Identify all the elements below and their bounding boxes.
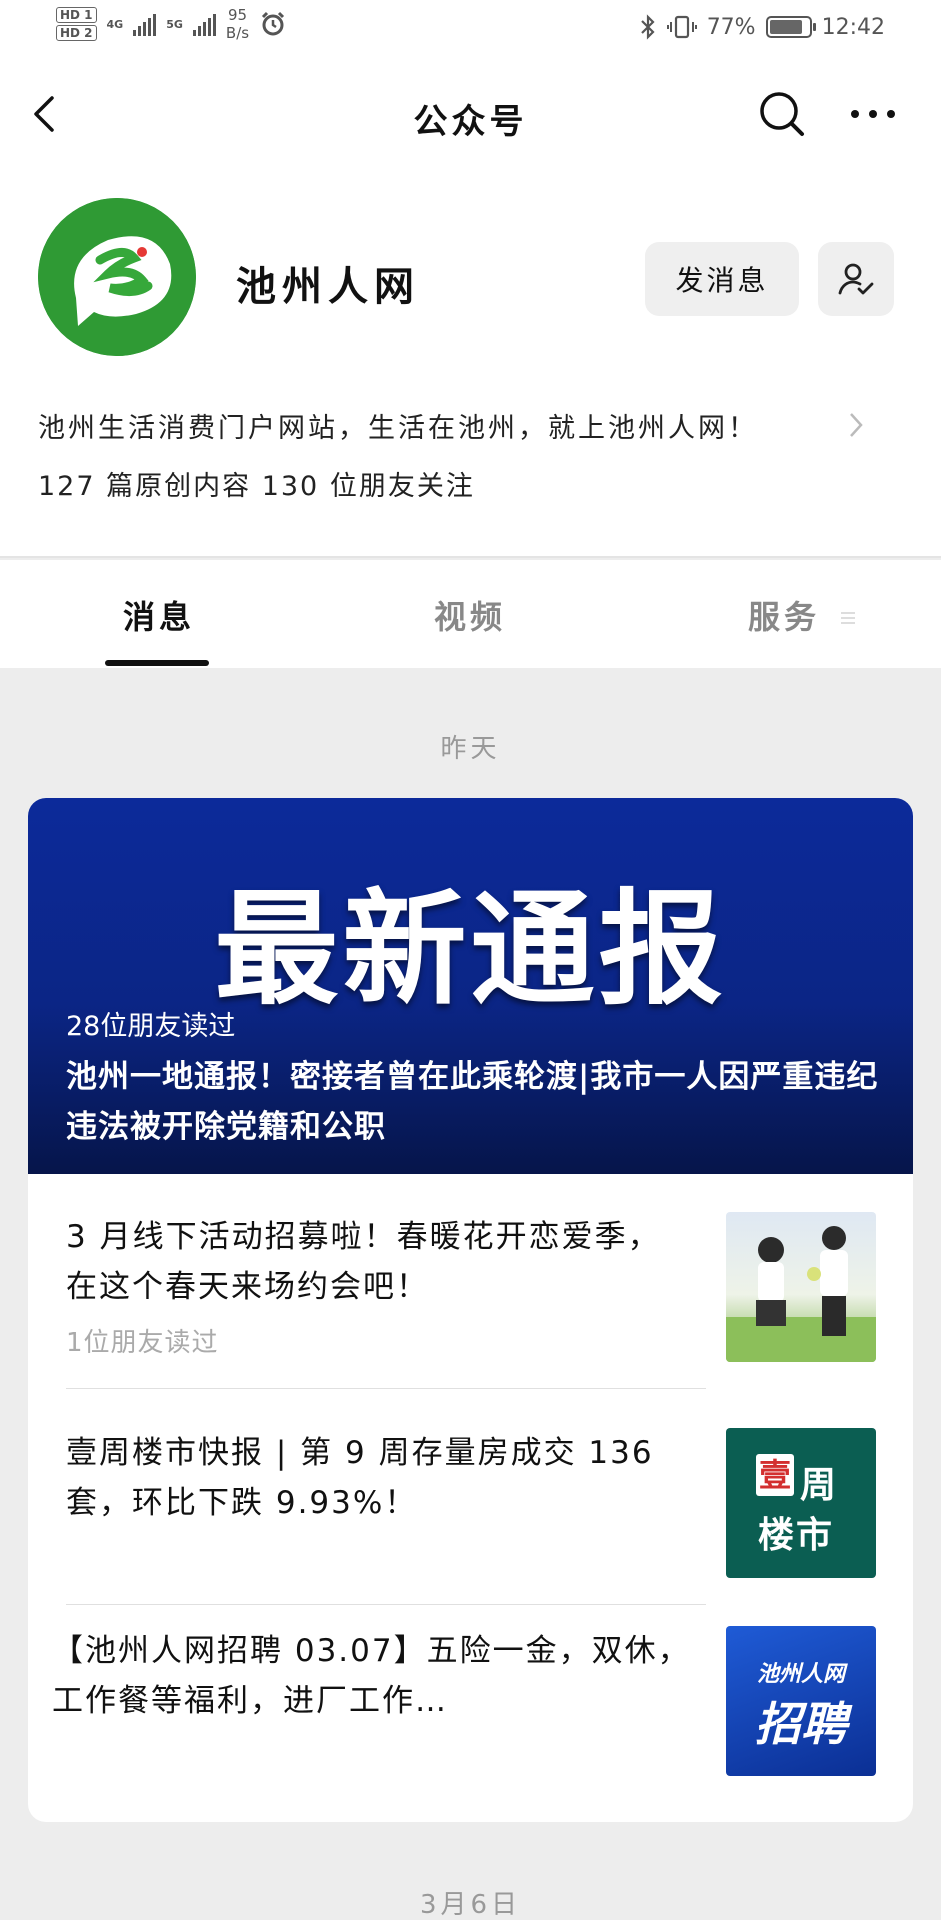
featured-article[interactable]: 最新通报 28位朋友读过 池州一地通报！密接者曾在此乘轮渡|我市一人因严重违纪违… (28, 798, 913, 1174)
featured-title: 池州一地通报！密接者曾在此乘轮渡|我市一人因严重违纪违法被开除党籍和公职 (66, 1059, 879, 1145)
battery-percent: 77% (706, 14, 756, 40)
banner-headline: 最新通报 (214, 878, 727, 1022)
thumb-char-3: 楼市 (758, 1515, 835, 1556)
article-title: 【池州人网招聘 03.07】五险一金，双休，工作餐等福利，进厂工作… (52, 1633, 691, 1719)
alarm-icon (262, 11, 285, 36)
date-separator: 昨天 (440, 734, 501, 764)
clock: 12:42 (821, 14, 885, 40)
account-profile: 池州人网 发消息 池州生活消费门户网站，生活在池州，就上池州人网！ 127 篇原… (0, 170, 941, 558)
featured-readers: 28位朋友读过 (66, 1011, 236, 1042)
vibrate-icon (666, 15, 697, 39)
status-bar-right: 77% 12:42 (639, 14, 885, 40)
account-description[interactable]: 池州生活消费门户网站，生活在池州，就上池州人网！ (38, 406, 758, 445)
battery-icon (765, 16, 816, 38)
signal-icon-1 (133, 12, 157, 36)
active-tab-indicator (105, 660, 209, 666)
thumb-line-2: 招聘 (755, 1697, 847, 1751)
tab-messages[interactable]: 消息 (123, 592, 195, 638)
item-divider (66, 1604, 706, 1605)
more-options-icon[interactable] (848, 102, 898, 126)
user-check-icon (838, 263, 874, 295)
tab-services-label: 服务 (748, 598, 821, 636)
couple-photo (726, 1226, 876, 1362)
speed-unit: B/s (225, 24, 250, 42)
signal-icon-2 (192, 12, 216, 36)
menu-icon (841, 612, 856, 624)
search-icon[interactable] (754, 86, 810, 142)
item-divider (66, 1388, 706, 1389)
chevron-right-icon[interactable] (846, 410, 866, 440)
send-message-button[interactable]: 发消息 (645, 242, 799, 316)
thumb-badge: 壹 (756, 1454, 794, 1496)
status-bar-left: HD 1 HD 2 4G 5G 95 B/s (56, 6, 287, 42)
tab-videos[interactable]: 视频 (434, 592, 506, 638)
article-readers: 1位朋友读过 (66, 1328, 219, 1358)
thumb-line-1: 池州人网 (756, 1662, 845, 1687)
article-title: 3 月线下活动招募啦！春暖花开恋爱季，在这个春天来场约会吧！ (66, 1219, 661, 1305)
network-speed: 95 B/s (226, 6, 249, 42)
content-tabs: 消息 视频 服务 (0, 560, 941, 668)
bluetooth-icon (640, 14, 655, 40)
follow-button[interactable] (818, 242, 894, 316)
list-item[interactable]: 壹周楼市快报 | 第 9 周存量房成交 136 套，环比下跌 9.93%！ 壹 … (66, 1428, 876, 1578)
speed-value: 95 (227, 6, 248, 24)
list-item[interactable]: 3 月线下活动招募啦！春暖花开恋爱季，在这个春天来场约会吧！ 1位朋友读过 (66, 1212, 876, 1362)
status-bar: HD 1 HD 2 4G 5G 95 B/s 77% 12:42 (0, 0, 941, 58)
article-thumbnail (726, 1212, 876, 1362)
article-thumbnail: 壹 周 楼市 (726, 1428, 876, 1578)
article-title: 壹周楼市快报 | 第 9 周存量房成交 136 套，环比下跌 9.93%！ (66, 1435, 654, 1521)
network-type-1: 4G (106, 17, 124, 31)
account-name: 池州人网 (236, 264, 420, 310)
hd1-badge: HD 1 (56, 7, 97, 23)
thumb-char-1: 壹 (758, 1456, 791, 1494)
network-type-2: 5G (166, 17, 183, 31)
list-item[interactable]: 【池州人网招聘 03.07】五险一金，双休，工作餐等福利，进厂工作… 池州人网 … (52, 1626, 876, 1776)
date-separator: 3月6日 (419, 1890, 522, 1920)
thumb-char-2: 周 (800, 1465, 837, 1506)
nav-bar: 公众号 (0, 58, 941, 170)
hd2-badge: HD 2 (56, 25, 97, 41)
article-thumbnail: 池州人网 招聘 (726, 1626, 876, 1776)
article-group-card: 最新通报 28位朋友读过 池州一地通报！密接者曾在此乘轮渡|我市一人因严重违纪违… (28, 798, 913, 1822)
account-logo[interactable] (38, 198, 196, 356)
logo-graphic (38, 198, 196, 356)
hd-indicators: HD 1 HD 2 (56, 7, 97, 41)
tab-services[interactable]: 服务 (748, 592, 857, 638)
account-stats: 127 篇原创内容 130 位朋友关注 (38, 471, 475, 502)
